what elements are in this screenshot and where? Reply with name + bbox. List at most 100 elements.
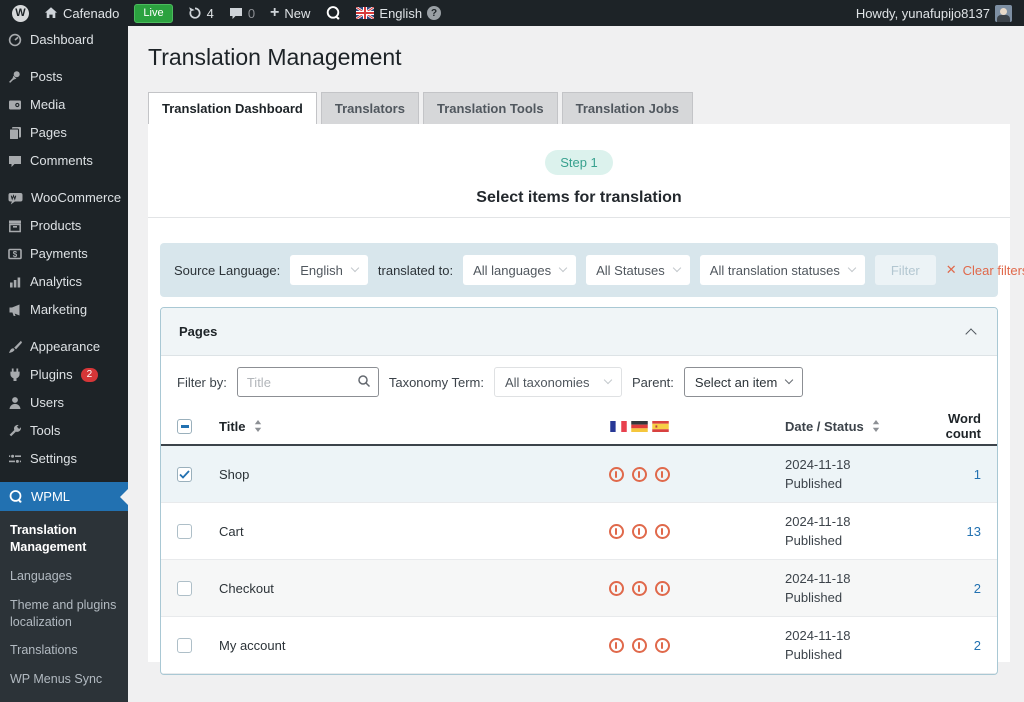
source-language-label: Source Language: [174, 263, 280, 278]
spanish-flag-icon [652, 421, 669, 432]
wordpress-menu[interactable]: W [12, 5, 29, 22]
parent-value: Select an item [695, 375, 777, 390]
chevron-up-icon[interactable] [965, 328, 976, 339]
english-flag-icon [356, 7, 374, 19]
sidebar-item-label: Marketing [30, 303, 87, 317]
sidebar-item-appearance[interactable]: Appearance [0, 333, 128, 361]
status-value: All Statuses [596, 263, 665, 278]
chevron-down-icon [351, 264, 359, 272]
tab-translation-tools[interactable]: Translation Tools [423, 92, 558, 124]
row-checkbox[interactable] [177, 524, 192, 539]
sidebar-item-payments[interactable]: $ Payments [0, 240, 128, 268]
select-all-checkbox[interactable] [177, 419, 192, 434]
clear-filters-link[interactable]: ✕ Clear filters [946, 262, 1024, 278]
needs-translation-icon[interactable] [655, 467, 670, 482]
submenu-item-languages[interactable]: Languages [0, 562, 128, 591]
media-icon [8, 98, 22, 112]
sidebar-item-label: Settings [30, 452, 77, 466]
word-count-link[interactable]: 13 [919, 524, 981, 539]
translation-status-select[interactable]: All translation statuses [700, 255, 865, 285]
new-content-link[interactable]: + New [270, 4, 310, 22]
target-languages-select[interactable]: All languages [463, 255, 576, 285]
step-heading: Select items for translation [148, 189, 1010, 207]
row-checkbox[interactable] [177, 581, 192, 596]
sidebar-item-products[interactable]: Products [0, 212, 128, 240]
parent-select[interactable]: Select an item [684, 367, 803, 397]
live-badge[interactable]: Live [134, 4, 172, 23]
sidebar-item-plugins[interactable]: Plugins 2 [0, 361, 128, 389]
help-icon[interactable]: ? [427, 6, 441, 20]
needs-translation-icon[interactable] [655, 524, 670, 539]
pages-panel-title: Pages [179, 324, 217, 339]
submenu-item-translation-management[interactable]: Translation Management [0, 516, 128, 562]
sort-icon[interactable] [254, 420, 262, 432]
needs-translation-icon[interactable] [655, 581, 670, 596]
user-icon [8, 396, 22, 410]
chevron-down-icon [604, 376, 612, 384]
sidebar-item-tools[interactable]: Tools [0, 417, 128, 445]
comments-count: 0 [248, 6, 255, 21]
needs-translation-icon[interactable] [632, 581, 647, 596]
dashboard-card: Step 1 Select items for translation Sour… [148, 124, 1010, 662]
sidebar-item-woocommerce[interactable]: WooCommerce [0, 184, 128, 212]
submenu-item-translations[interactable]: Translations [0, 636, 128, 665]
sidebar-item-posts[interactable]: Posts [0, 63, 128, 91]
sidebar-item-wpml[interactable]: WPML [0, 482, 128, 511]
row-date: 2024-11-18 [785, 512, 919, 532]
submenu-item-theme-plugins-localization[interactable]: Theme and plugins localization [0, 591, 128, 637]
word-count-link[interactable]: 1 [919, 467, 981, 482]
tab-translation-jobs[interactable]: Translation Jobs [562, 92, 693, 124]
sidebar-item-users[interactable]: Users [0, 389, 128, 417]
row-checkbox[interactable] [177, 467, 192, 482]
date-status-column-header[interactable]: Date / Status [785, 420, 864, 433]
wpml-submenu: Translation Management Languages Theme a… [0, 511, 128, 702]
sidebar-item-label: Comments [30, 154, 93, 168]
needs-translation-icon[interactable] [609, 581, 624, 596]
needs-translation-icon[interactable] [609, 467, 624, 482]
needs-translation-icon[interactable] [632, 638, 647, 653]
sidebar-item-dashboard[interactable]: Dashboard [0, 26, 128, 54]
wordpress-logo-icon: W [12, 5, 29, 22]
needs-translation-icon[interactable] [632, 467, 647, 482]
woocommerce-icon [8, 191, 23, 205]
pages-panel-header[interactable]: Pages [161, 308, 997, 356]
needs-translation-icon[interactable] [609, 524, 624, 539]
translated-to-label: translated to: [378, 263, 453, 278]
site-name: Cafenado [63, 6, 119, 21]
needs-translation-icon[interactable] [609, 638, 624, 653]
tab-translators[interactable]: Translators [321, 92, 419, 124]
sidebar-item-pages[interactable]: Pages [0, 119, 128, 147]
row-date: 2024-11-18 [785, 569, 919, 589]
submenu-item-wp-menus-sync[interactable]: WP Menus Sync [0, 665, 128, 694]
comments-link[interactable]: 0 [229, 6, 255, 21]
sidebar-item-media[interactable]: Media [0, 91, 128, 119]
sidebar-item-settings[interactable]: Settings [0, 445, 128, 473]
account-menu[interactable]: Howdy, yunafupijo8137 [856, 5, 1012, 22]
sort-icon[interactable] [872, 420, 880, 432]
sidebar-item-marketing[interactable]: Marketing [0, 296, 128, 324]
language-switcher[interactable]: English ? [356, 6, 441, 21]
word-count-link[interactable]: 2 [919, 638, 981, 653]
step-badge: Step 1 [545, 150, 613, 175]
source-language-select[interactable]: English [290, 255, 368, 285]
howdy-text: Howdy, yunafupijo8137 [856, 6, 990, 21]
filter-button[interactable]: Filter [875, 255, 936, 285]
sidebar-item-comments[interactable]: Comments [0, 147, 128, 175]
row-checkbox[interactable] [177, 638, 192, 653]
taxonomy-term-label: Taxonomy Term: [389, 375, 484, 390]
status-select[interactable]: All Statuses [586, 255, 690, 285]
needs-translation-icon[interactable] [655, 638, 670, 653]
word-count-link[interactable]: 2 [919, 581, 981, 596]
close-icon: ✕ [946, 262, 957, 278]
sidebar-item-analytics[interactable]: Analytics [0, 268, 128, 296]
wpml-toolbar-menu[interactable] [325, 5, 341, 21]
chevron-down-icon [673, 264, 681, 272]
sidebar-item-label: Plugins [30, 368, 73, 382]
updates-link[interactable]: 4 [188, 6, 214, 21]
title-column-header[interactable]: Title [219, 419, 246, 434]
needs-translation-icon[interactable] [632, 524, 647, 539]
filter-by-label: Filter by: [177, 375, 227, 390]
tab-translation-dashboard[interactable]: Translation Dashboard [148, 92, 317, 124]
site-link[interactable]: Cafenado [44, 6, 119, 21]
taxonomy-select[interactable]: All taxonomies [494, 367, 622, 397]
